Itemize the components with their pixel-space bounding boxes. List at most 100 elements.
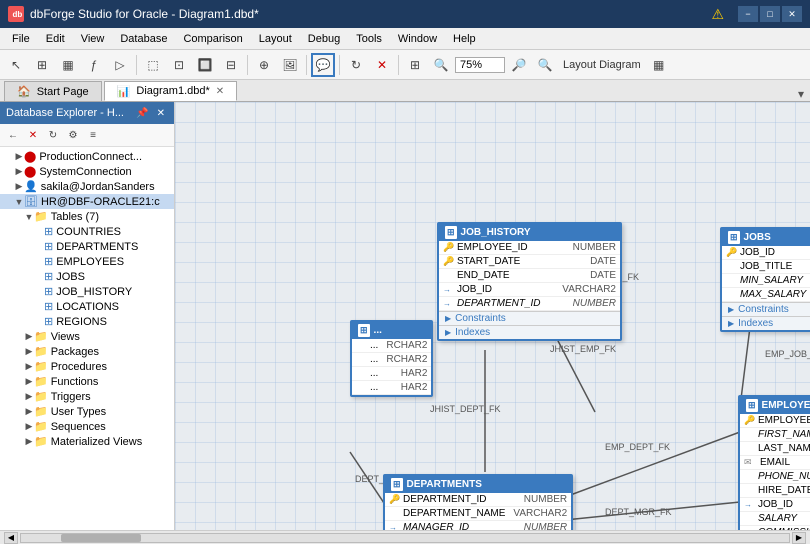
table-name-label: JOB_HISTORY (56, 286, 132, 298)
sidebar-back-button[interactable]: ← (4, 126, 22, 144)
sidebar-item-sequences[interactable]: ▶ 📁 Sequences (0, 419, 174, 434)
er-table-header-job-history[interactable]: ⊞ JOB_HISTORY (439, 224, 620, 241)
stop-button[interactable]: ✕ (370, 53, 394, 77)
formula-tool-button[interactable]: ƒ (82, 53, 106, 77)
er-table-partial[interactable]: ⊞ ... ... RCHAR2 ... RCHAR2 ... HAR2 ... (350, 320, 433, 397)
sidebar-pin-button[interactable]: 📌 (133, 107, 151, 120)
menu-layout[interactable]: Layout (251, 31, 300, 47)
sidebar-refresh-button[interactable]: ↻ (44, 126, 62, 144)
close-button[interactable]: ✕ (782, 6, 802, 22)
menu-view[interactable]: View (73, 31, 113, 47)
er-table-header-employees[interactable]: ⊞ EMPLOYEES (740, 397, 810, 414)
sidebar-item-tables[interactable]: ▼ 📁 Tables (7) (0, 209, 174, 224)
menu-file[interactable]: File (4, 31, 38, 47)
sidebar-item-views[interactable]: ▶ 📁 Views (0, 329, 174, 344)
menu-help[interactable]: Help (445, 31, 484, 47)
er-table-header-partial[interactable]: ⊞ ... (352, 322, 431, 339)
sidebar-item-regions[interactable]: ⊞ REGIONS (0, 314, 174, 329)
sidebar-item-functions[interactable]: ▶ 📁 Functions (0, 374, 174, 389)
layout-options-button[interactable]: ▦ (647, 53, 671, 77)
er-field-max-salary: · MAX_SALARY NUMBER (722, 288, 810, 302)
sidebar-title: Database Explorer - H... (6, 107, 124, 119)
horizontal-scrollbar[interactable] (20, 533, 790, 543)
zoom-search-button[interactable]: 🔍 (429, 53, 453, 77)
sidebar-remove-button[interactable]: ✕ (24, 126, 42, 144)
insert-button[interactable]: ⊕ (252, 53, 276, 77)
sidebar-item-hr[interactable]: ▼ 🗄 HR@DBF-ORACLE21:c (0, 194, 174, 209)
tab-diagram[interactable]: 📊 Diagram1.dbd* ✕ (104, 81, 237, 101)
er-table-job-history[interactable]: ⊞ JOB_HISTORY 🔑 EMPLOYEE_ID NUMBER 🔑 STA… (437, 222, 622, 341)
er-field-employee-id: 🔑 EMPLOYEE_ID NUMBER (439, 241, 620, 255)
sidebar-item-departments[interactable]: ⊞ DEPARTMENTS (0, 239, 174, 254)
sidebar-item-employees[interactable]: ⊞ EMPLOYEES (0, 254, 174, 269)
er-indexes-section[interactable]: ▶ Indexes (439, 325, 620, 339)
sidebar-item-user-types[interactable]: ▶ 📁 User Types (0, 404, 174, 419)
menu-window[interactable]: Window (390, 31, 445, 47)
sidebar-item-packages[interactable]: ▶ 📁 Packages (0, 344, 174, 359)
sidebar-settings-button[interactable]: ≡ (84, 126, 102, 144)
sidebar-item-locations[interactable]: ⊞ LOCATIONS (0, 299, 174, 314)
table-tool-button[interactable]: ⊞ (30, 53, 54, 77)
sidebar-item-sakila[interactable]: ▶ 👤 sakila@JordanSanders (0, 179, 174, 194)
er-indexes-section[interactable]: ▶ Indexes (722, 316, 810, 330)
menu-debug[interactable]: Debug (300, 31, 348, 47)
diagram-tab-icon: 📊 (117, 85, 131, 98)
unknown-tool4[interactable]: ⊟ (219, 53, 243, 77)
sidebar-item-countries[interactable]: ⊞ COUNTRIES (0, 224, 174, 239)
table-icon: ⊞ (44, 285, 53, 298)
sidebar-item-production[interactable]: ▶ ⬤ ProductionConnect... (0, 149, 174, 164)
unknown-tool1[interactable]: ▷ (108, 53, 132, 77)
sidebar-item-jobs[interactable]: ⊞ JOBS (0, 269, 174, 284)
table-name-label: JOB_HISTORY (461, 227, 531, 238)
zoom-in-button[interactable]: 🔎 (507, 53, 531, 77)
er-field-department-id: 🔑 DEPARTMENT_ID NUMBER (385, 493, 571, 507)
menu-comparison[interactable]: Comparison (175, 31, 250, 47)
sidebar-filter-button[interactable]: ⚙ (64, 126, 82, 144)
tab-close-button[interactable]: ✕ (216, 86, 224, 97)
cursor-tool-button[interactable]: ↖ (4, 53, 28, 77)
er-table-header-departments[interactable]: ⊞ DEPARTMENTS (385, 476, 571, 493)
folder-icon: 📁 (34, 405, 48, 418)
menu-tools[interactable]: Tools (348, 31, 390, 47)
zoom-input[interactable]: 75% (455, 57, 505, 73)
tab-start-page[interactable]: 🏠 Start Page (4, 81, 102, 101)
zoom-out-button[interactable]: 🔍 (533, 53, 557, 77)
sidebar-item-procedures[interactable]: ▶ 📁 Procedures (0, 359, 174, 374)
refresh-button[interactable]: ↻ (344, 53, 368, 77)
er-table-departments[interactable]: ⊞ DEPARTMENTS 🔑 DEPARTMENT_ID NUMBER · D… (383, 474, 573, 530)
menubar: File Edit View Database Comparison Layou… (0, 28, 810, 50)
scroll-bar-area: ◀ ▶ (0, 530, 810, 544)
er-table-header-jobs[interactable]: ⊞ JOBS (722, 229, 810, 246)
menu-database[interactable]: Database (112, 31, 175, 47)
pk-icon: 🔑 (443, 242, 453, 253)
sidebar-item-system[interactable]: ▶ ⬤ SystemConnection (0, 164, 174, 179)
table-name-label: COUNTRIES (56, 226, 121, 238)
tab-start-page-label: Start Page (37, 86, 89, 98)
grid-tool-button[interactable]: ▦ (56, 53, 80, 77)
image-button[interactable]: 🖼 (278, 53, 302, 77)
er-field-email: ✉ EMAIL VARCHAR2 (740, 456, 810, 470)
er-field-job-id: → JOB_ID VARCHAR2 (740, 498, 810, 512)
table-name-label: REGIONS (56, 316, 107, 328)
scroll-thumb-h[interactable] (61, 534, 141, 542)
scroll-left-button[interactable]: ◀ (4, 532, 18, 544)
scroll-right-button[interactable]: ▶ (792, 532, 806, 544)
sidebar-item-materialized-views[interactable]: ▶ 📁 Materialized Views (0, 434, 174, 449)
tab-overflow-button[interactable]: ▾ (792, 87, 810, 101)
maximize-button[interactable]: □ (760, 6, 780, 22)
sidebar-item-triggers[interactable]: ▶ 📁 Triggers (0, 389, 174, 404)
diagram-canvas[interactable]: JHIST_JOB_FK JHIST_EMP_FK JHIST_DEPT_FK … (175, 102, 810, 530)
unknown-tool2[interactable]: ⊡ (167, 53, 191, 77)
er-table-employees[interactable]: ⊞ EMPLOYEES 🔑 EMPLOYEE_ID NUMBER · FIRST… (738, 395, 810, 530)
callout-button[interactable]: 💬 (311, 53, 335, 77)
minimize-button[interactable]: − (738, 6, 758, 22)
zoom-tools-button[interactable]: ⊞ (403, 53, 427, 77)
select-all-button[interactable]: ⬚ (141, 53, 165, 77)
menu-edit[interactable]: Edit (38, 31, 73, 47)
unknown-tool3[interactable]: 🔲 (193, 53, 217, 77)
er-constraints-section[interactable]: ▶ Constraints (722, 302, 810, 316)
sidebar-close-button[interactable]: ✕ (154, 107, 168, 120)
er-constraints-section[interactable]: ▶ Constraints (439, 311, 620, 325)
er-table-jobs[interactable]: ⊞ JOBS 🔑 JOB_ID VARCHAR2 · JOB_TITLE VAR… (720, 227, 810, 332)
sidebar-item-job-history[interactable]: ⊞ JOB_HISTORY (0, 284, 174, 299)
